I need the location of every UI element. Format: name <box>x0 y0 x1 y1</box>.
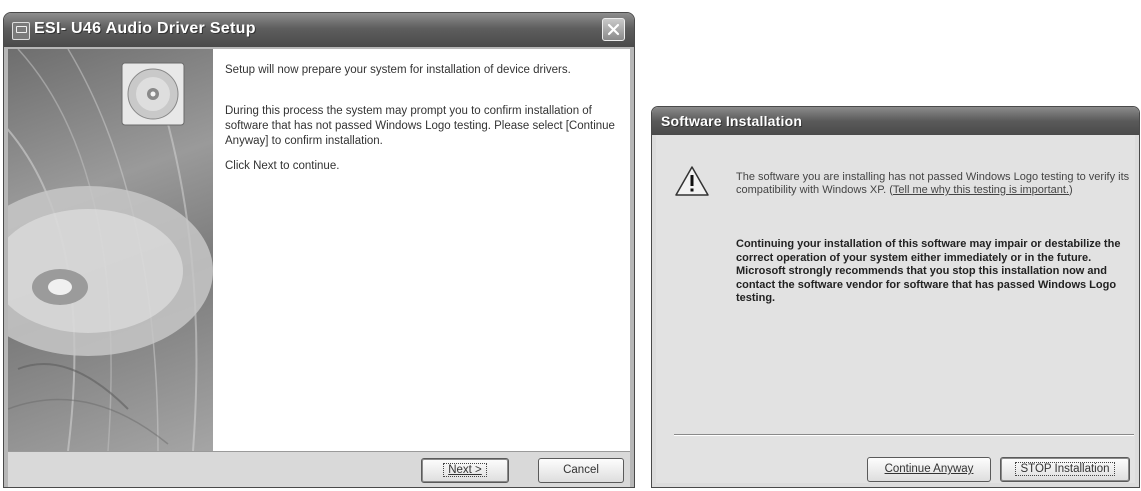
warning-icon <box>675 166 709 196</box>
wizard-side-banner <box>8 49 213 451</box>
stop-installation-label: STOP Installation <box>1015 462 1115 476</box>
next-button[interactable]: Next > <box>421 458 509 483</box>
setup-window: ESI- U46 Audio Driver Setup Setup will n… <box>3 12 635 488</box>
cancel-button-label: Cancel <box>563 464 599 476</box>
setup-next-instruction: Click Next to continue. <box>225 160 340 172</box>
why-testing-link[interactable]: Tell me why this testing is important. <box>893 184 1069 196</box>
dialog-divider <box>674 434 1134 436</box>
next-button-label: Next > <box>443 463 487 477</box>
cd-icon <box>121 62 185 126</box>
impair-warning-text: Continuing your installation of this sof… <box>736 238 1121 304</box>
dialog-body: The software you are installing has not … <box>656 135 1135 483</box>
setup-title-bar[interactable]: ESI- U46 Audio Driver Setup <box>4 13 634 47</box>
continue-anyway-label: Continue Anyway <box>884 463 974 475</box>
stop-installation-button[interactable]: STOP Installation <box>1000 457 1130 482</box>
setup-button-bar: Next > Cancel <box>8 451 630 487</box>
close-icon <box>607 23 620 36</box>
dialog-title: Software Installation <box>661 113 803 129</box>
compatibility-text-end: ) <box>1068 184 1073 196</box>
continue-anyway-button[interactable]: Continue Anyway <box>867 457 991 482</box>
setup-content-panel: Setup will now prepare your system for i… <box>213 49 630 451</box>
setup-app-icon <box>12 22 30 40</box>
setup-window-title: ESI- U46 Audio Driver Setup <box>34 20 256 37</box>
compatibility-message: The software you are installing has not … <box>736 171 1131 197</box>
close-button[interactable] <box>602 18 625 41</box>
disc-artwork <box>8 49 213 451</box>
software-installation-dialog: Software Installation The software you a… <box>651 106 1140 488</box>
setup-confirm-text: During this process the system may promp… <box>225 105 615 147</box>
setup-intro-text: Setup will now prepare your system for i… <box>225 64 571 76</box>
cancel-button[interactable]: Cancel <box>538 458 624 483</box>
dialog-title-bar[interactable]: Software Installation <box>652 107 1139 135</box>
